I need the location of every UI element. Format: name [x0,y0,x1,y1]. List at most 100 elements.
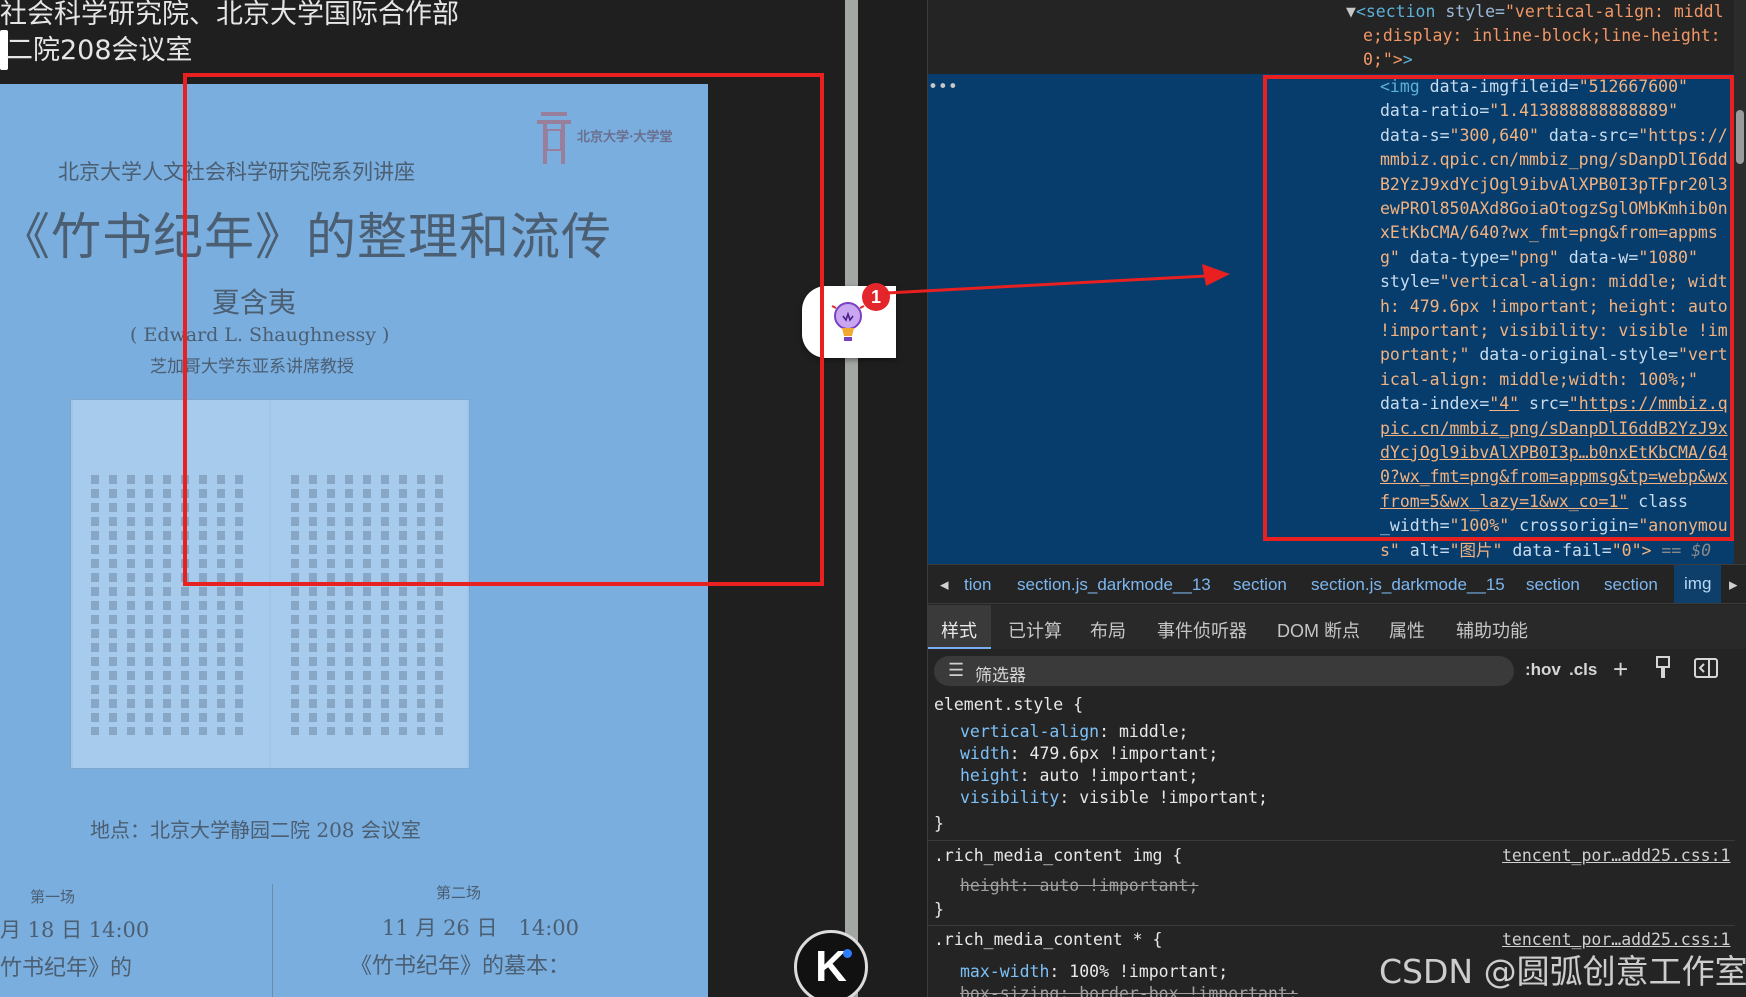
breadcrumb-item[interactable]: section.js_darkmode__15 [1311,575,1505,595]
img-node-token: B2YzJ9xdYcjOgl9ibvAlXPB0I3pTFpr20l3 [1380,174,1728,194]
img-node-token: = [1439,516,1450,536]
article-page: 社会科学研究院、北京大学国际合作部 二院208会议室 北京大学·大学堂 北京大学… [0,0,845,997]
breadcrumb-item[interactable]: section.js_darkmode__13 [1017,575,1211,595]
page-heading-line2: 二院208会议室 [6,35,193,66]
dom-attr-value: "vertical-align: middl [1504,2,1724,21]
img-node-token: data-index [1380,394,1480,414]
tab-event-listeners[interactable]: 事件侦听器 [1157,617,1247,643]
img-node-line: !important; visibility: visible !im [1380,319,1734,343]
blue-dot-icon [843,949,852,958]
poster-venue: 地点：北京大学静园二院 208 会议室 [90,818,421,842]
img-node-token: "1.413888888888889" [1489,101,1679,121]
breadcrumb-item-active[interactable]: img [1674,565,1722,603]
img-node-token: mmbiz.qpic.cn/mmbiz_png/sDanpDlI6dd [1380,150,1728,170]
poster-speaker-title: 芝加哥大学东亚系讲席教授 [150,357,354,377]
breadcrumb-item[interactable]: section [1604,575,1658,595]
img-node-token: g" [1380,247,1400,267]
img-node-token: = [1429,272,1440,292]
styles-toolbar: ☰ 筛选器 :hov .cls + [928,650,1746,690]
img-node-token: = [1668,345,1679,365]
img-node-token: "vert [1678,345,1728,365]
styles-pane-tabs: 样式 已计算 布局 事件侦听器 DOM 断点 属性 辅助功能 [928,605,1746,649]
tab-accessibility[interactable]: 辅助功能 [1456,617,1528,643]
breadcrumb-item[interactable]: section [1233,575,1287,595]
img-node-token: portant;" [1380,345,1470,365]
toggle-sidebar-icon[interactable] [1694,658,1718,683]
dom-line-cont2: 0;">> [1363,50,1413,69]
page-scrollbar[interactable] [845,0,858,997]
cls-toggle[interactable]: .cls [1569,660,1597,680]
tab-properties[interactable]: 属性 [1389,617,1425,643]
img-node-token: = [1499,247,1510,267]
k-button-label: K [815,942,847,991]
tab-computed[interactable]: 已计算 [1008,617,1062,643]
paint-brush-icon[interactable] [1654,656,1672,685]
img-node-token: src [1519,394,1559,414]
img-node-token: class [1628,491,1688,511]
rule-separator [928,925,1735,926]
lecture-poster-image[interactable]: 北京大学·大学堂 北京大学人文社会科学研究院系列讲座 《竹书纪年》的整理和流传 … [0,84,708,997]
book-illustration [70,399,470,769]
img-node-token: ical-align: middle;width: 100%;" [1380,369,1698,389]
tab-layout[interactable]: 布局 [1090,617,1126,643]
img-node-token: style [1380,272,1430,292]
img-node-token: _width [1380,516,1440,536]
img-node-token: "图片" [1449,540,1503,560]
img-node-token: pic.cn/mmbiz_png/sDanpDlI6ddB2YzJ9x [1380,418,1728,438]
rule-element-style-selector[interactable]: element.style { [934,693,1734,717]
img-node-line: h: 479.6px !important; height: auto [1380,295,1734,319]
img-node-line: portant;" data-original-style="vert [1380,343,1734,367]
csdn-watermark: CSDN @圆弧创意工作室 [1379,952,1746,991]
img-node-token: data-s [1380,125,1440,145]
dom-scrollbar-thumb[interactable] [1736,110,1744,164]
prop-name: max-width [960,962,1050,981]
prop-value: auto !important; [1039,766,1199,785]
img-node-token: "300,640" [1449,125,1539,145]
new-rule-plus-icon[interactable]: + [1613,654,1628,685]
img-node-token: crossorigin [1509,516,1629,536]
img-node-token: s" [1380,540,1400,560]
poster-title: 《竹书纪年》的整理和流传 [0,208,612,266]
breadcrumb-item[interactable]: section [1526,575,1580,595]
filter-placeholder: 筛选器 [975,666,1026,685]
k-floating-button[interactable]: K [794,930,868,997]
dom-line-cont1: e;display: inline-block;line-height: [1363,26,1731,45]
logo-text: 北京大学·大学堂 [577,130,673,145]
style-declaration[interactable]: visibility: visible !important; [960,786,1734,810]
style-declaration[interactable]: width: 479.6px !important; [960,742,1734,766]
img-node-token: dYcjOgl9ibvAlXPB0I3p…b0nxEtKbCMA/64 [1380,443,1728,462]
rule-img-source-link[interactable]: tencent_por…add25.css:1 [1502,846,1730,865]
overridden-height-declaration[interactable]: height: auto !important; [960,874,1734,898]
breadcrumb-scroll-right-icon[interactable]: ▸ [1729,575,1738,595]
img-node-token: = [1558,394,1569,414]
dom-breadcrumbs: ◂ tion section.js_darkmode__13 section s… [928,564,1746,604]
dom-attr-style: style [1445,2,1496,21]
lightbulb-icon [831,302,865,341]
filter-input[interactable]: ☰ 筛选器 [934,656,1514,686]
dom-line-section[interactable]: ▼<section style="vertical-align: middl [1346,0,1734,24]
pku-logo: 北京大学·大学堂 [533,106,683,166]
hov-toggle[interactable]: :hov [1525,660,1561,680]
img-node-line: <img data-imgfileid="512667600" [1380,75,1734,99]
style-declaration[interactable]: height: auto !important; [960,764,1734,788]
session2-topic: 《竹书纪年》的墓本： [350,954,571,979]
tab-dom-breakpoints[interactable]: DOM 断点 [1277,617,1360,643]
img-node-token: data-w [1558,247,1629,267]
rule-close-brace: } [934,900,944,919]
prop-name: vertical-align [960,722,1100,741]
style-declaration[interactable]: vertical-align: middle; [960,720,1734,744]
img-node-line: data-index="4" src="https://mmbiz.q [1380,392,1734,416]
img-node-line: 0?wx_fmt=png&from=appmsg&tp=webp&wx [1380,465,1734,489]
breadcrumb-item[interactable]: tion [964,575,991,595]
session2-label: 第二场 [436,884,482,902]
tab-styles[interactable]: 样式 [941,617,977,643]
img-node-token: == $0 [1651,540,1712,560]
dom-scrollbar[interactable] [1734,0,1746,564]
img-node-line: g" data-type="png" data-w="1080" [1380,246,1734,270]
page-heading-line1: 社会科学研究院、北京大学国际合作部 [0,0,459,30]
img-node-token: 0?wx_fmt=png&from=appmsg&tp=webp&wx [1380,467,1728,487]
img-node-token: xEtKbCMA/640?wx_fmt=png&from=appms [1380,223,1718,243]
expand-triangle-icon[interactable]: ▼ [1346,2,1356,21]
img-node-token: = [1628,516,1639,536]
breadcrumb-scroll-left-icon[interactable]: ◂ [940,575,949,595]
